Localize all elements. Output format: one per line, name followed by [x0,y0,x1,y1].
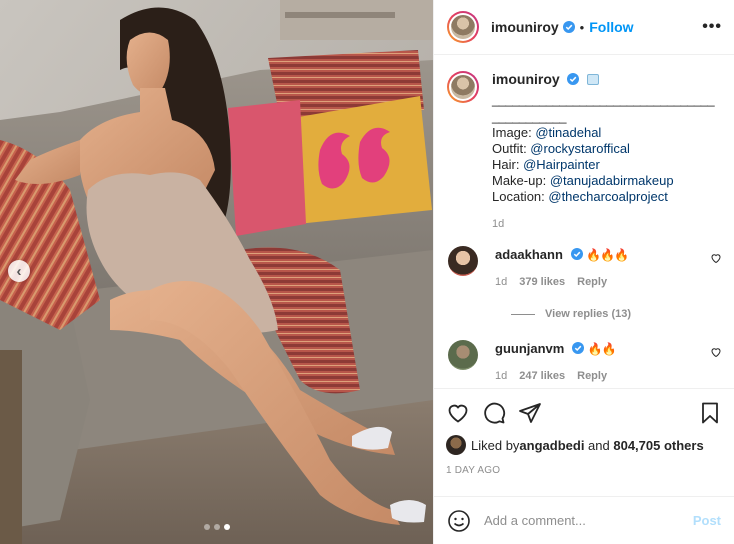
mention-link[interactable]: @tanujadabirmakeup [550,173,674,188]
emoji-smiley-icon[interactable] [447,509,471,533]
author-username[interactable]: imouniroy [491,19,559,35]
comment-time[interactable]: 1d [495,276,507,288]
carousel-dot [203,524,210,530]
mention-link[interactable]: @Hairpainter [523,157,600,172]
verified-badge-icon [570,248,583,260]
add-comment-input[interactable]: Add a comment... [484,513,693,528]
mention-link[interactable]: @tinadehal [535,125,601,140]
post-comment-button[interactable]: Post [693,513,721,528]
caption-line: Outfit: @rockystaroffical [492,141,630,156]
comment-item: adaakhann 🔥🔥🔥 1d 379 likes Reply [447,246,722,288]
view-replies-button[interactable]: View replies (13) [511,308,722,320]
post-actions: Liked by angadbedi and 804,705 others 1 … [434,388,734,496]
reply-button[interactable]: Reply [577,370,607,382]
verified-badge-icon [571,342,584,354]
like-comment-heart-icon[interactable] [710,252,722,264]
commenter-username[interactable]: guunjanvm [495,341,564,356]
post-timestamp[interactable]: 1 DAY AGO [446,465,722,476]
comment-likes[interactable]: 379 likes [519,276,565,288]
comment-time[interactable]: 1d [495,370,507,382]
commenter-username[interactable]: adaakhann [495,247,563,262]
comment-likes[interactable]: 247 likes [519,370,565,382]
liker-avatar[interactable] [446,435,466,455]
verified-badge-icon [562,21,575,33]
like-comment-heart-icon[interactable] [710,346,722,358]
carousel-indicator [0,524,433,530]
share-send-icon[interactable] [518,401,542,425]
action-icons [446,397,722,429]
chevron-left-icon: ‹ [16,262,22,280]
follow-button[interactable]: Follow [589,19,633,35]
like-heart-icon[interactable] [446,401,470,425]
mention-link[interactable]: @thecharcoalproject [548,189,667,204]
more-options-icon[interactable]: ••• [702,18,722,36]
caption-username[interactable]: imouniroy [492,71,560,87]
liker-username[interactable]: angadbedi [519,438,584,453]
comment-bubble-icon[interactable] [482,401,506,425]
caption-line: Make-up: @tanujadabirmakeup [492,173,674,188]
comment-meta: 1d 247 likes Reply [495,370,722,382]
post-header: imouniroy • Follow ••• [434,0,734,55]
carousel-dot [213,524,220,530]
post-photo[interactable]: ‹ [0,0,433,544]
likes-summary: Liked by angadbedi and 804,705 others [446,435,722,455]
mention-link[interactable]: @rockystaroffical [530,141,630,156]
caption-line: Image: @tinadehal [492,125,602,140]
commenter-avatar[interactable] [448,246,478,276]
view-replies-label: View replies (13) [545,308,632,320]
reply-button[interactable]: Reply [577,276,607,288]
likes-count[interactable]: 804,705 others [613,438,703,453]
post-side-panel: imouniroy • Follow ••• imouniroy _______… [433,0,734,544]
caption: imouniroy ______________________________… [447,71,722,230]
likes-prefix: Liked by [471,437,520,453]
replies-line [511,313,535,315]
caption-line: Location: @thecharcoalproject [492,189,668,204]
carousel-dot-active [223,524,230,530]
comment-text: 🔥🔥🔥 [586,248,629,262]
caption-line: Hair: @Hairpainter [492,157,600,172]
verified-badge-icon [567,73,580,85]
instagram-post-modal: ‹ imouniroy • Follow ••• imouniroy _____… [0,0,734,544]
caption-avatar[interactable] [447,71,479,103]
author-avatar[interactable] [447,11,479,43]
add-comment-bar: Add a comment... Post [434,496,734,544]
likes-middle: and [584,437,614,453]
commenter-avatar[interactable] [448,340,478,370]
caption-time[interactable]: 1d [492,218,718,230]
caption-divider-text: ________________________________________… [492,92,715,124]
comment-item: guunjanvm 🔥🔥 1d 247 likes Reply [447,340,722,382]
separator-dot: • [579,19,585,35]
carousel-prev-button[interactable]: ‹ [8,260,30,282]
bookmark-save-icon[interactable] [698,401,722,425]
ice-cube-emoji-icon [586,74,599,85]
photo-scene [0,0,433,544]
comments-list[interactable]: imouniroy ______________________________… [434,55,734,388]
comment-text: 🔥🔥 [587,342,617,356]
comment-meta: 1d 379 likes Reply [495,276,722,288]
